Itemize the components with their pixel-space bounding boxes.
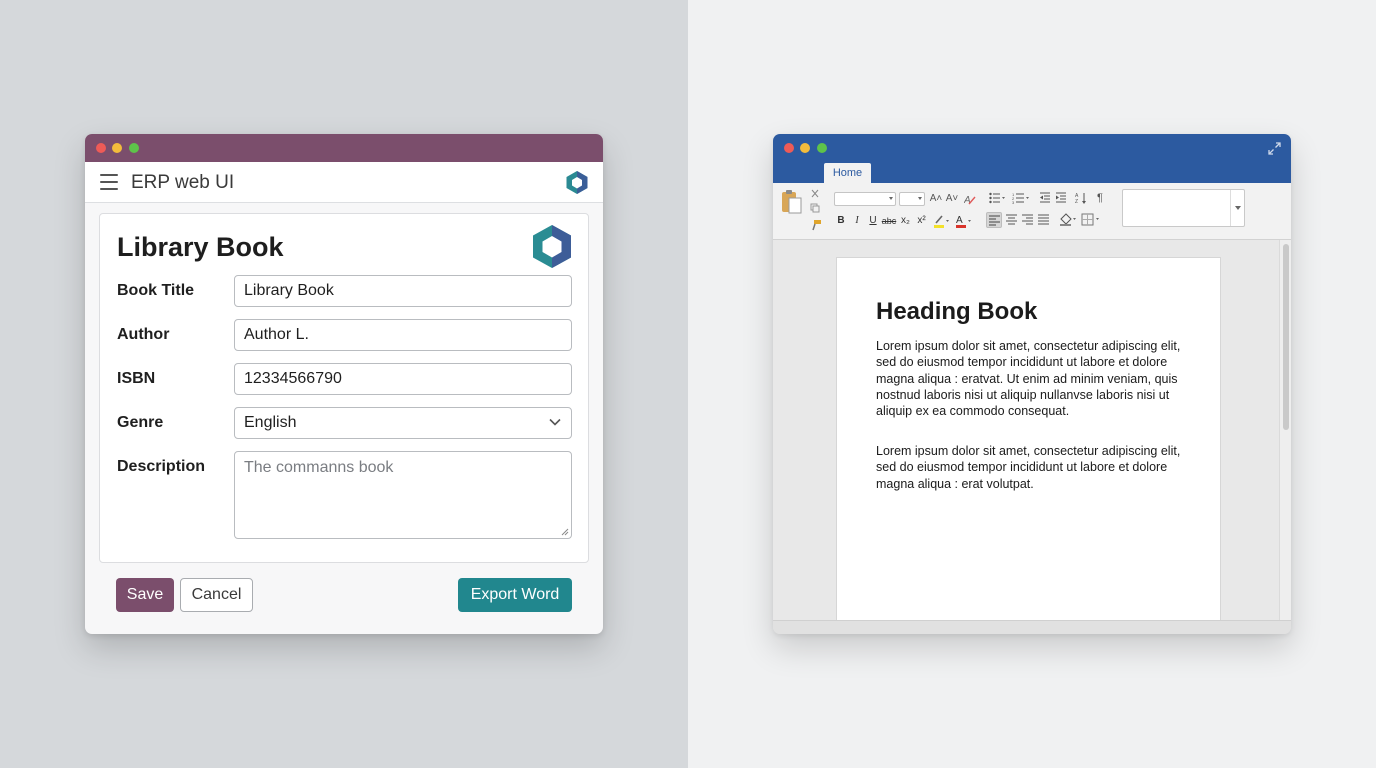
align-left-button[interactable]	[986, 212, 1002, 228]
app-title: ERP web UI	[131, 172, 235, 193]
cancel-button[interactable]: Cancel	[180, 578, 253, 612]
align-center-icon[interactable]	[1006, 214, 1017, 225]
underline-button[interactable]: U	[867, 215, 879, 227]
maximize-window-button[interactable]	[129, 143, 139, 153]
save-button[interactable]: Save	[116, 578, 174, 612]
italic-button[interactable]: I	[851, 215, 863, 227]
resize-grip-icon[interactable]	[560, 527, 569, 536]
author-input[interactable]: Author L.	[234, 319, 572, 351]
description-label: Description	[117, 458, 206, 475]
book-form-card: Library Book Book Title Library Book Aut…	[99, 213, 589, 563]
strikethrough-button[interactable]: abc	[881, 215, 897, 227]
align-right-icon[interactable]	[1022, 214, 1033, 225]
form-title: Library Book	[117, 232, 284, 262]
minimize-window-button[interactable]	[800, 143, 810, 153]
bullet-list-icon[interactable]	[989, 192, 1005, 204]
font-name-dropdown[interactable]	[834, 192, 896, 206]
sort-icon[interactable]: AZ	[1075, 192, 1087, 204]
maximize-window-button[interactable]	[817, 143, 827, 153]
decrease-indent-icon[interactable]	[1039, 192, 1051, 204]
document-paragraph: Lorem ipsum dolor sit amet, consectetur …	[876, 444, 1181, 491]
export-word-button[interactable]: Export Word	[458, 578, 572, 612]
description-textarea[interactable]: The commanns book	[234, 451, 572, 539]
isbn-input[interactable]: 12334566790	[234, 363, 572, 395]
align-left-icon	[989, 215, 1000, 226]
justify-icon[interactable]	[1038, 214, 1049, 225]
minimize-window-button[interactable]	[112, 143, 122, 153]
word-titlebar: Home	[773, 134, 1291, 183]
superscript-button[interactable]: x²	[915, 215, 928, 227]
document-paragraph: Lorem ipsum dolor sit amet, consectetur …	[876, 339, 1181, 419]
isbn-label: ISBN	[117, 370, 156, 387]
increase-indent-icon[interactable]	[1055, 192, 1067, 204]
author-label: Author	[117, 326, 170, 343]
shading-icon[interactable]	[1059, 213, 1077, 226]
status-bar	[773, 620, 1291, 634]
close-window-button[interactable]	[96, 143, 106, 153]
grow-font-button[interactable]: A˄	[929, 193, 943, 205]
numbered-list-icon[interactable]: 1 2 3	[1012, 192, 1030, 204]
font-size-dropdown[interactable]	[899, 192, 925, 206]
format-painter-icon[interactable]	[810, 219, 822, 231]
document-page[interactable]: Heading Book Lorem ipsum dolor sit amet,…	[836, 257, 1221, 627]
document-area: Heading Book Lorem ipsum dolor sit amet,…	[773, 240, 1291, 627]
document-heading: Heading Book	[876, 298, 1038, 325]
styles-gallery-more-button[interactable]	[1230, 190, 1244, 226]
erp-appbar: ERP web UI	[85, 162, 603, 203]
ribbon-toolbar: A˄ A˅ A B I U abc x₂ x² A 1 2 3 A Z ¶	[773, 183, 1291, 240]
styles-gallery[interactable]	[1122, 189, 1245, 227]
shrink-font-button[interactable]: A˅	[945, 193, 959, 205]
bold-button[interactable]: B	[835, 215, 847, 227]
scrollbar-thumb[interactable]	[1283, 244, 1289, 430]
close-window-button[interactable]	[784, 143, 794, 153]
cut-icon[interactable]	[810, 189, 820, 199]
svg-text:3: 3	[1012, 200, 1015, 204]
vertical-scrollbar[interactable]	[1279, 240, 1291, 620]
chevron-down-icon	[549, 418, 561, 426]
svg-text:Z: Z	[1075, 199, 1078, 204]
fullscreen-icon[interactable]	[1268, 142, 1281, 155]
font-color-icon[interactable]: A	[955, 214, 971, 228]
genre-select-value: English	[244, 414, 297, 431]
menu-icon[interactable]	[100, 174, 118, 190]
genre-select[interactable]: English	[234, 407, 572, 439]
hexagon-logo-icon	[566, 171, 588, 194]
show-formatting-button[interactable]: ¶	[1094, 192, 1106, 204]
erp-window: ERP web UI Library Book Book Title Libra…	[85, 134, 603, 634]
clear-formatting-icon[interactable]: A	[964, 193, 976, 205]
hexagon-logo-icon	[533, 225, 571, 268]
caret-down-icon	[1235, 206, 1241, 210]
subscript-button[interactable]: x₂	[899, 215, 912, 227]
erp-titlebar	[85, 134, 603, 162]
highlight-color-icon[interactable]	[933, 214, 949, 228]
copy-icon[interactable]	[810, 203, 820, 213]
word-window: Home A˄ A˅ A B I U abc x₂ x² A 1 2 3 A Z…	[773, 134, 1291, 634]
svg-text:A: A	[956, 215, 963, 226]
borders-icon[interactable]	[1081, 213, 1101, 226]
paste-icon[interactable]	[781, 189, 803, 215]
book-title-input[interactable]: Library Book	[234, 275, 572, 307]
tab-home[interactable]: Home	[824, 163, 871, 183]
book-title-label: Book Title	[117, 282, 195, 299]
description-placeholder: The commanns book	[244, 459, 394, 476]
genre-label: Genre	[117, 414, 164, 431]
